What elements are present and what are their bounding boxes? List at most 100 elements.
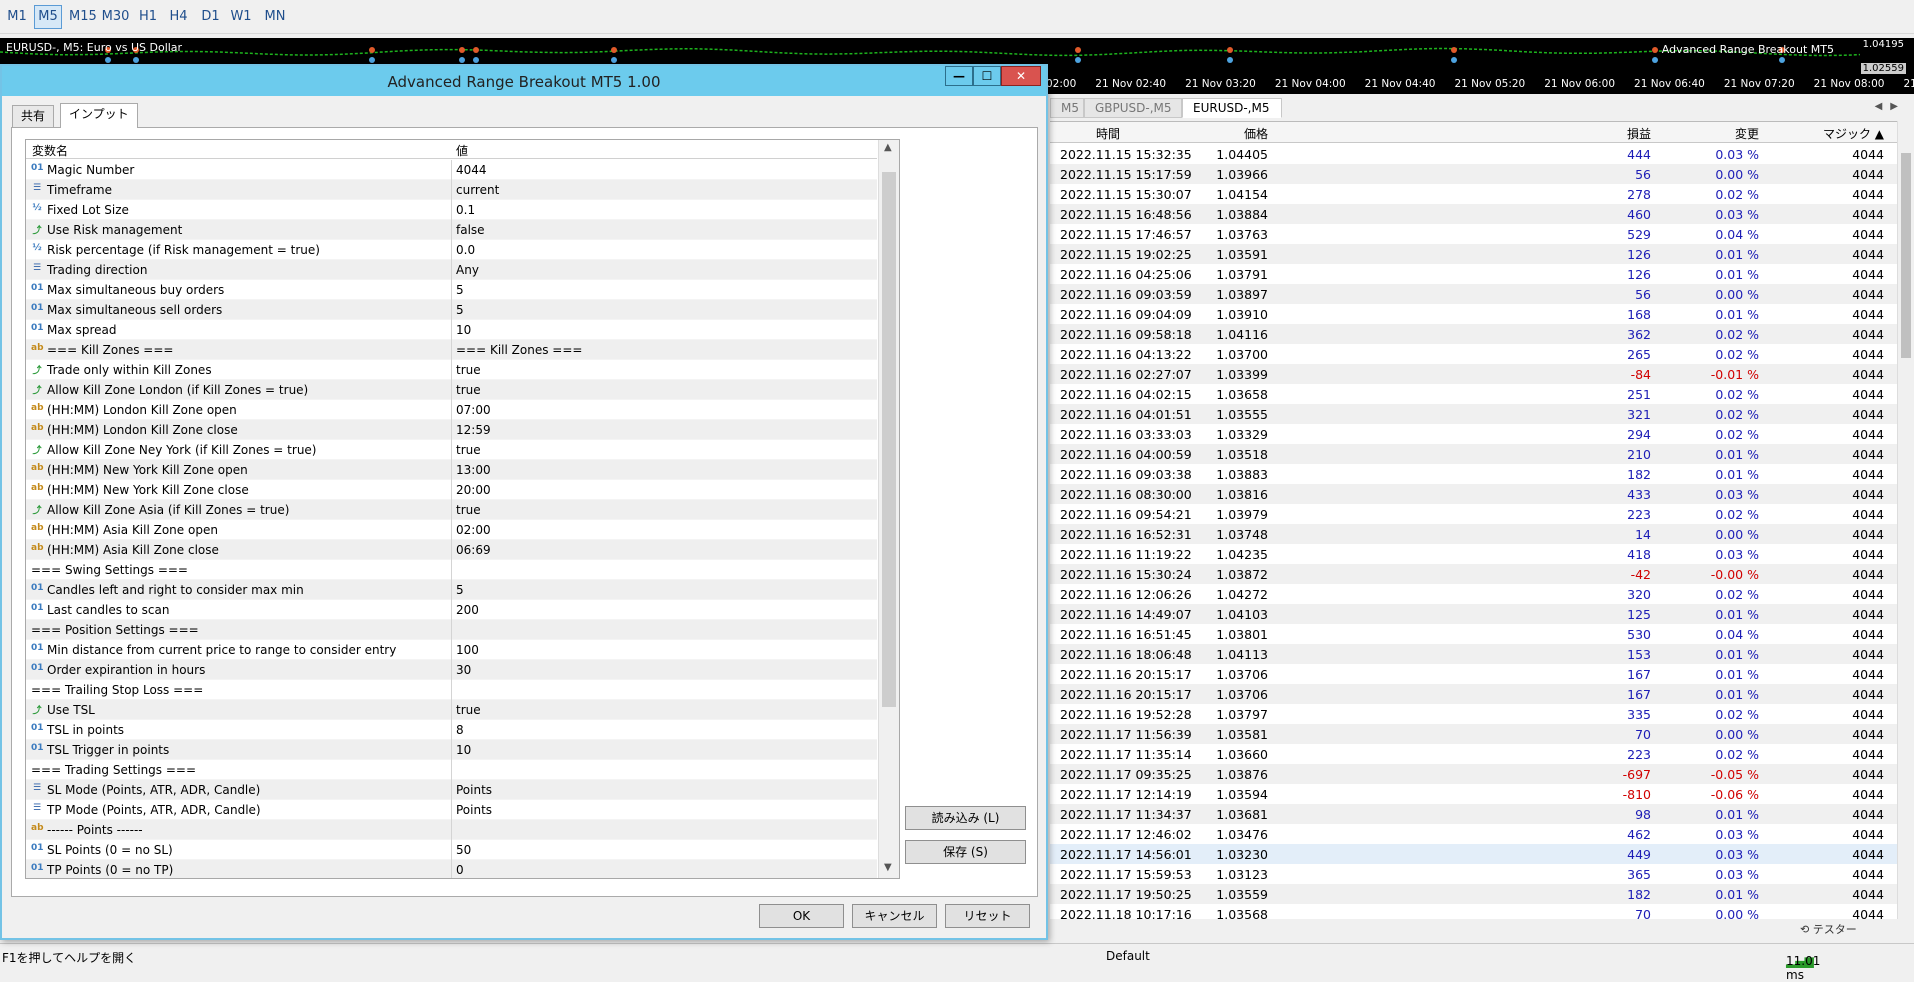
parameter-row[interactable]: ⤴ Trade only within Kill Zones true: [26, 360, 877, 380]
parameter-row[interactable]: 01 Max simultaneous sell orders 5: [26, 300, 877, 320]
trade-row[interactable]: 2022.11.16 09:03:59 1.03897 56 0.00 % 4044: [1050, 284, 1897, 304]
trade-row[interactable]: 2022.11.16 04:25:06 1.03791 126 0.01 % 4044: [1050, 264, 1897, 284]
parameter-value[interactable]: 30: [456, 663, 471, 677]
parameter-value[interactable]: 07:00: [456, 403, 491, 417]
cancel-button[interactable]: キャンセル: [852, 904, 937, 928]
trade-row[interactable]: 2022.11.16 15:30:24 1.03872 -42 -0.00 % 4044: [1050, 564, 1897, 584]
column-price[interactable]: 価格: [1244, 125, 1268, 142]
trade-row[interactable]: 2022.11.16 20:15:17 1.03706 167 0.01 % 4044: [1050, 684, 1897, 704]
parameter-row[interactable]: ab (HH:MM) London Kill Zone open 07:00: [26, 400, 877, 420]
trade-row[interactable]: 2022.11.17 14:56:01 1.03230 449 0.03 % 4044: [1050, 844, 1897, 864]
trade-row[interactable]: 2022.11.15 17:46:57 1.03763 529 0.04 % 4044: [1050, 224, 1897, 244]
trade-row[interactable]: 2022.11.16 16:51:45 1.03801 530 0.04 % 4044: [1050, 624, 1897, 644]
scroll-down-icon[interactable]: ▼: [884, 862, 892, 873]
parameter-row[interactable]: 01 Max simultaneous buy orders 5: [26, 280, 877, 300]
parameter-value[interactable]: true: [456, 503, 481, 517]
trade-row[interactable]: 2022.11.16 09:03:38 1.03883 182 0.01 % 4044: [1050, 464, 1897, 484]
parameter-row[interactable]: 01 TP Points (0 = no TP) 0: [26, 860, 877, 878]
maximize-button[interactable]: ☐: [973, 66, 1001, 86]
terminal-tab[interactable]: EURUSD-,M5: [1182, 98, 1282, 118]
column-time[interactable]: 時間: [1096, 125, 1120, 142]
trade-row[interactable]: 2022.11.17 15:59:53 1.03123 365 0.03 % 4044: [1050, 864, 1897, 884]
trade-row[interactable]: 2022.11.16 09:54:21 1.03979 223 0.02 % 4044: [1050, 504, 1897, 524]
scroll-up-icon[interactable]: ▲: [884, 142, 892, 153]
parameter-row[interactable]: 01 TSL in points 8: [26, 720, 877, 740]
reset-button[interactable]: リセット: [945, 904, 1030, 928]
trade-row[interactable]: 2022.11.16 03:33:03 1.03329 294 0.02 % 4044: [1050, 424, 1897, 444]
parameter-row[interactable]: ☰ Timeframe current: [26, 180, 877, 200]
trade-row[interactable]: 2022.11.15 16:48:56 1.03884 460 0.03 % 4044: [1050, 204, 1897, 224]
parameter-row[interactable]: ab (HH:MM) Asia Kill Zone open 02:00: [26, 520, 877, 540]
timeframe-m15-button[interactable]: M15: [68, 5, 97, 29]
ok-button[interactable]: OK: [759, 904, 844, 928]
parameter-row[interactable]: ab (HH:MM) Asia Kill Zone close 06:69: [26, 540, 877, 560]
parameter-row[interactable]: === Swing Settings ===: [26, 560, 877, 580]
parameter-row[interactable]: ⤴ Allow Kill Zone London (if Kill Zones =…: [26, 380, 877, 400]
parameter-row[interactable]: 01 TSL Trigger in points 10: [26, 740, 877, 760]
column-change[interactable]: 変更: [1735, 125, 1759, 142]
trade-row[interactable]: 2022.11.16 09:58:18 1.04116 362 0.02 % 4044: [1050, 324, 1897, 344]
parameter-row[interactable]: ☰ Trading direction Any: [26, 260, 877, 280]
parameter-value[interactable]: 0: [456, 863, 464, 877]
parameter-row[interactable]: ½ Fixed Lot Size 0.1: [26, 200, 877, 220]
parameter-value[interactable]: 5: [456, 283, 464, 297]
timeframe-d1-button[interactable]: D1: [198, 5, 223, 29]
parameter-value[interactable]: 50: [456, 843, 471, 857]
parameter-row[interactable]: ☰ TP Mode (Points, ATR, ADR, Candle) Point…: [26, 800, 877, 820]
trade-row[interactable]: 2022.11.15 19:02:25 1.03591 126 0.01 % 4044: [1050, 244, 1897, 264]
parameter-row[interactable]: ab === Kill Zones === === Kill Zones ===: [26, 340, 877, 360]
trade-row[interactable]: 2022.11.17 12:14:19 1.03594 -810 -0.06 % 404…: [1050, 784, 1897, 804]
save-button[interactable]: 保存 (S): [905, 840, 1026, 864]
close-button[interactable]: ✕: [1001, 66, 1041, 86]
parameter-value[interactable]: true: [456, 703, 481, 717]
trade-row[interactable]: 2022.11.17 12:46:02 1.03476 462 0.03 % 4044: [1050, 824, 1897, 844]
parameter-value[interactable]: 200: [456, 603, 479, 617]
parameter-row[interactable]: ab (HH:MM) New York Kill Zone close 20:00: [26, 480, 877, 500]
parameter-row[interactable]: === Position Settings ===: [26, 620, 877, 640]
parameters-scrollbar[interactable]: ▲ ▼: [878, 140, 899, 878]
parameter-value[interactable]: 12:59: [456, 423, 491, 437]
parameter-value[interactable]: 4044: [456, 163, 487, 177]
timeframe-h4-button[interactable]: H4: [166, 5, 191, 29]
trade-row[interactable]: 2022.11.15 15:17:59 1.03966 56 0.00 % 4044: [1050, 164, 1897, 184]
parameter-row[interactable]: 01 Last candles to scan 200: [26, 600, 877, 620]
parameter-value[interactable]: Points: [456, 803, 492, 817]
timeframe-h1-button[interactable]: H1: [136, 5, 160, 29]
trade-row[interactable]: 2022.11.16 09:04:09 1.03910 168 0.01 % 4044: [1050, 304, 1897, 324]
parameter-value[interactable]: Points: [456, 783, 492, 797]
terminal-tab[interactable]: M5: [1050, 98, 1084, 118]
parameter-value[interactable]: === Kill Zones ===: [456, 343, 582, 357]
trade-row[interactable]: 2022.11.16 04:02:15 1.03658 251 0.02 % 4044: [1050, 384, 1897, 404]
trade-row[interactable]: 2022.11.16 04:00:59 1.03518 210 0.01 % 4044: [1050, 444, 1897, 464]
parameter-row[interactable]: === Trailing Stop Loss ===: [26, 680, 877, 700]
tester-link[interactable]: ⟲ テスター: [1800, 921, 1857, 937]
parameter-value[interactable]: 100: [456, 643, 479, 657]
parameter-value[interactable]: 06:69: [456, 543, 491, 557]
parameter-row[interactable]: 01 Max spread 10: [26, 320, 877, 340]
parameter-row[interactable]: 01 Candles left and right to consider max…: [26, 580, 877, 600]
dialog-titlebar[interactable]: Advanced Range Breakout MT5 1.00 — ☐ ✕: [2, 66, 1046, 96]
trade-row[interactable]: 2022.11.17 11:34:37 1.03681 98 0.01 % 4044: [1050, 804, 1897, 824]
minimize-button[interactable]: —: [945, 66, 973, 86]
parameter-row[interactable]: ab ------ Points ------: [26, 820, 877, 840]
parameter-row[interactable]: 01 Order expirantion in hours 30: [26, 660, 877, 680]
parameter-row[interactable]: 01 Magic Number 4044: [26, 160, 877, 180]
parameter-row[interactable]: ab (HH:MM) London Kill Zone close 12:59: [26, 420, 877, 440]
trade-row[interactable]: 2022.11.17 09:35:25 1.03876 -697 -0.05 % 404…: [1050, 764, 1897, 784]
tab-scroll-arrows-icon[interactable]: ◀▶: [1875, 101, 1906, 112]
parameter-value[interactable]: true: [456, 363, 481, 377]
load-button[interactable]: 読み込み (L): [905, 806, 1026, 830]
trade-row[interactable]: 2022.11.16 04:01:51 1.03555 321 0.02 % 4044: [1050, 404, 1897, 424]
parameter-row[interactable]: ⤴ Use Risk management false: [26, 220, 877, 240]
parameter-row[interactable]: 01 SL Points (0 = no SL) 50: [26, 840, 877, 860]
trade-row[interactable]: 2022.11.18 10:17:16 1.03568 70 0.00 % 4044: [1050, 904, 1897, 919]
parameter-value[interactable]: false: [456, 223, 485, 237]
parameter-row[interactable]: ☰ SL Mode (Points, ATR, ADR, Candle) Point…: [26, 780, 877, 800]
trade-row[interactable]: 2022.11.15 15:32:35 1.04405 444 0.03 % 4044: [1050, 144, 1897, 164]
trade-row[interactable]: 2022.11.16 08:30:00 1.03816 433 0.03 % 4044: [1050, 484, 1897, 504]
dialog-tab[interactable]: インプット: [60, 103, 138, 128]
timeframe-w1-button[interactable]: W1: [229, 5, 253, 29]
parameter-row[interactable]: === Trading Settings ===: [26, 760, 877, 780]
terminal-tab[interactable]: GBPUSD-,M5: [1084, 98, 1182, 118]
trade-row[interactable]: 2022.11.16 11:19:22 1.04235 418 0.03 % 4044: [1050, 544, 1897, 564]
